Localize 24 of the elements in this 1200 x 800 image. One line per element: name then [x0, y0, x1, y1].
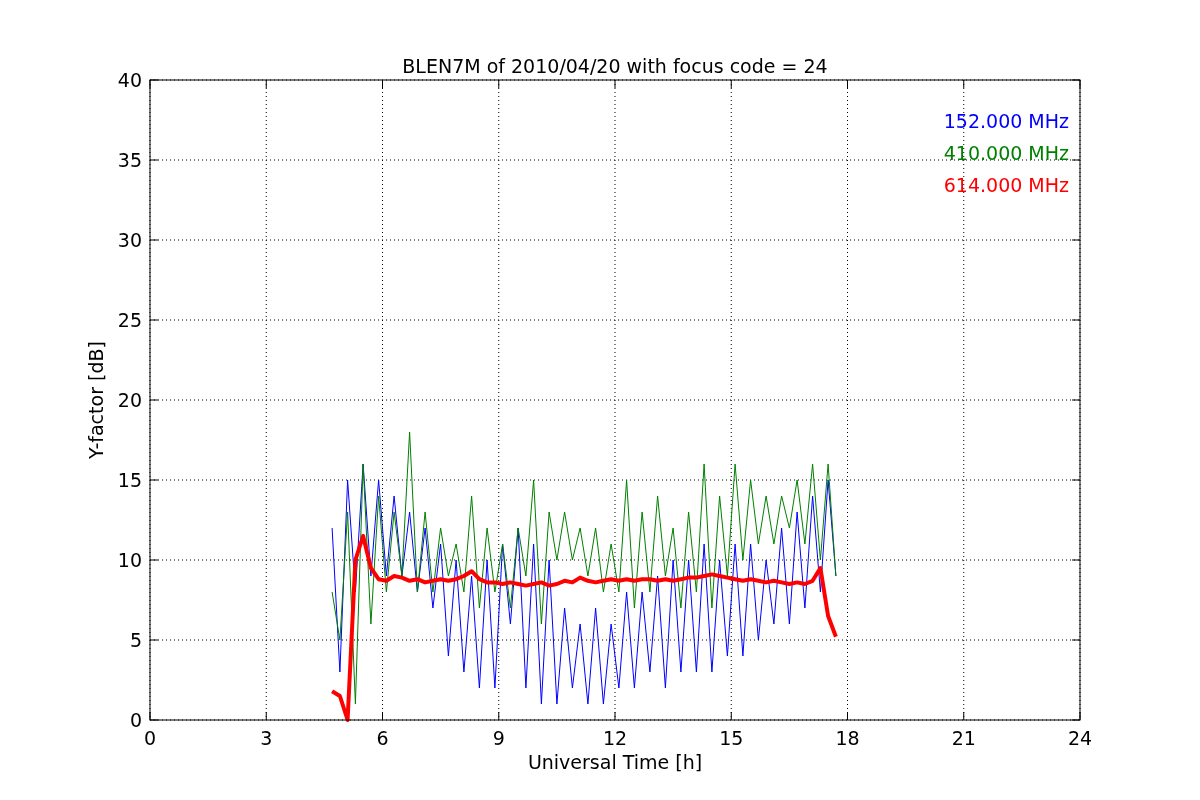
- y-tick-label: 20: [117, 389, 142, 411]
- chart-title: BLEN7M of 2010/04/20 with focus code = 24: [402, 55, 828, 77]
- legend-label: 410.000 MHz: [943, 142, 1069, 164]
- y-tick-label: 10: [117, 549, 142, 571]
- x-axis-label: Universal Time [h]: [527, 751, 703, 773]
- legend-label: 152.000 MHz: [943, 110, 1069, 132]
- x-tick-label: 21: [951, 727, 976, 749]
- x-tick-label: 24: [1067, 727, 1093, 749]
- y-tick-label: 40: [117, 69, 142, 91]
- y-tick-label: 35: [117, 149, 142, 171]
- x-tick-label: 15: [719, 727, 744, 749]
- y-tick-label: 30: [117, 229, 142, 251]
- y-tick-label: 15: [117, 469, 142, 491]
- x-tick-label: 0: [143, 727, 157, 749]
- x-tick-label: 12: [602, 727, 628, 749]
- x-tick-label: 9: [492, 727, 505, 749]
- legend-label: 614.000 MHz: [943, 174, 1069, 196]
- y-tick-label: 25: [117, 309, 142, 331]
- y-tick-label: 0: [129, 709, 142, 731]
- x-tick-label: 3: [260, 727, 273, 749]
- x-tick-label: 6: [376, 727, 389, 749]
- y-tick-label: 5: [129, 629, 142, 651]
- x-tick-label: 18: [835, 727, 860, 749]
- y-axis-label: Y-factor [dB]: [85, 341, 107, 459]
